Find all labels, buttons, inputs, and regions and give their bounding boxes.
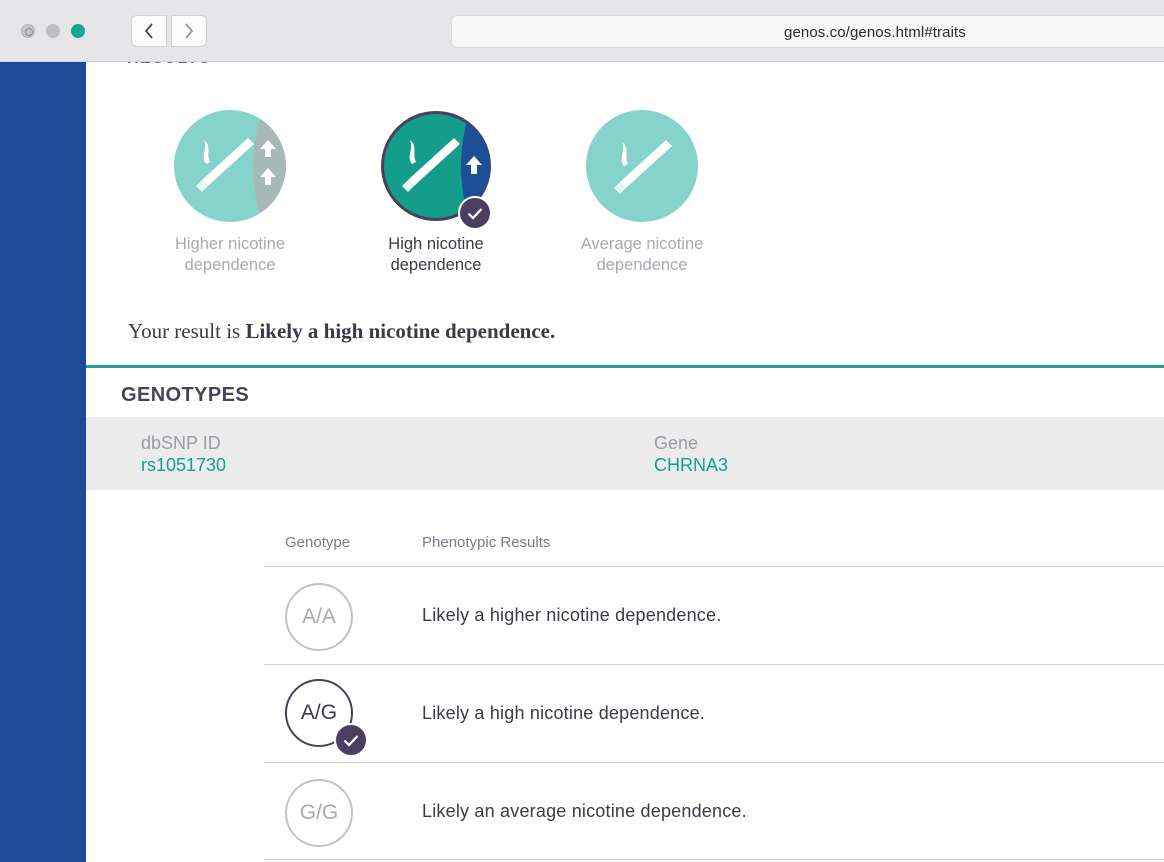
zoom-window-button[interactable] [71,24,85,38]
snp-info-band: dbSNP ID rs1051730 Gene CHRNA3 [86,417,1164,490]
result-value: Likely a high nicotine dependence. [245,319,556,343]
url-text: genos.co/genos.html#traits [784,24,966,41]
forward-button[interactable] [171,15,207,47]
chevron-left-icon [144,23,153,39]
minimize-window-button[interactable] [46,24,60,38]
back-button[interactable] [131,15,167,47]
trait-label-line2: dependence [390,256,482,274]
trait-option-higher[interactable]: Higher nicotine dependence [140,110,320,276]
cigarette-icon [586,110,698,222]
gene-value-link[interactable]: CHRNA3 [654,453,728,477]
selected-check-icon [334,723,368,757]
result-prefix: Your result is [128,319,246,343]
gene-label: Gene [654,433,699,453]
trait-label-line1: High nicotine [388,235,484,253]
trait-label-line2: dependence [184,256,276,274]
phenotype-result: Likely a high nicotine dependence. [422,703,706,723]
section-divider [86,365,1164,368]
result-sentence: Your result is Likely a high nicotine de… [128,319,555,344]
genotype-badge: G/G [285,779,353,847]
genotypes-heading: GENOTYPES [121,384,250,406]
dbsnp-label: dbSNP ID [141,433,221,453]
trait-label-line1: Average nicotine [580,235,704,253]
column-header-phenotype: Phenotypic Results [422,534,551,551]
trait-label-line1: Higher nicotine [174,235,286,253]
dbsnp-field: dbSNP ID rs1051730 [141,433,226,477]
phenotype-result: Likely a higher nicotine dependence. [422,605,722,625]
dbsnp-value-link[interactable]: rs1051730 [141,453,226,477]
browser-toolbar: genos.co/genos.html#traits [0,0,1164,62]
table-row: A/G Likely a high nicotine dependence. [264,665,1164,762]
table-row: G/G Likely an average nicotine dependenc… [264,763,1164,860]
close-window-button[interactable] [21,24,35,38]
gene-field: Gene CHRNA3 [654,433,728,477]
table-row: A/A Likely a higher nicotine dependence. [264,567,1164,664]
chevron-right-icon [185,23,194,39]
cigarette-double-arrow-icon [174,110,286,222]
trait-option-average[interactable]: Average nicotine dependence [552,110,732,276]
phenotype-result: Likely an average nicotine dependence. [422,801,747,821]
selected-check-icon [458,196,492,230]
genotype-badge: A/A [285,583,353,651]
address-bar[interactable]: genos.co/genos.html#traits [451,15,1164,48]
trait-label-line2: dependence [596,256,688,274]
left-sidebar-band [0,62,86,862]
trait-option-high[interactable]: High nicotine dependence [346,110,526,276]
table-divider [264,859,1164,860]
column-header-genotype: Genotype [285,534,351,551]
